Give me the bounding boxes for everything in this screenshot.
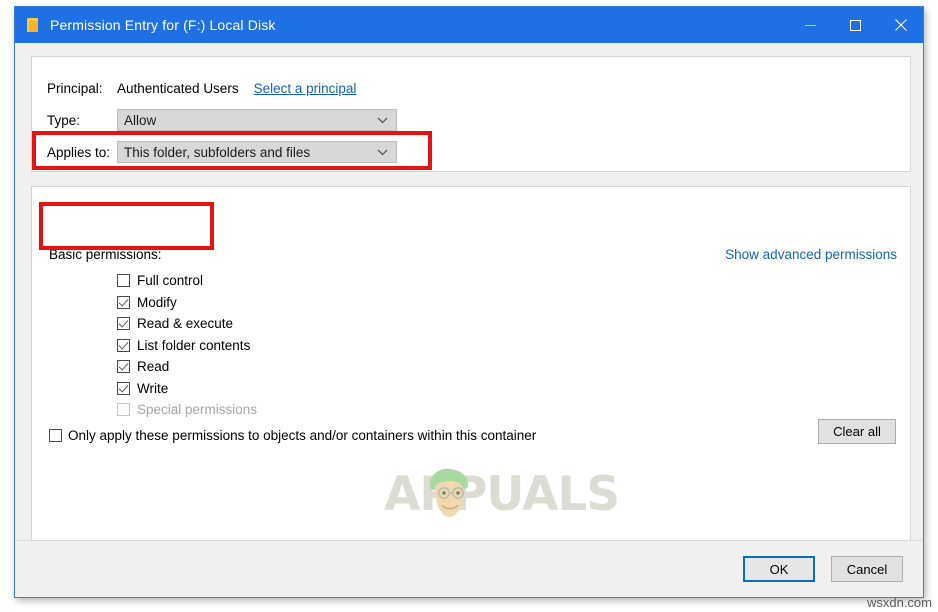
permission-row: Special permissions [117,399,257,420]
window-titlebar[interactable]: Permission Entry for (F:) Local Disk [15,7,923,43]
permission-entry-window: Permission Entry for (F:) Local Disk Pri… [14,6,924,598]
select-a-principal-link[interactable]: Select a principal [254,81,357,96]
principal-panel: Principal: Authenticated Users Select a … [31,56,911,172]
appuals-watermark: APPUALS [384,465,620,527]
permission-checkbox[interactable] [117,317,130,330]
principal-label: Principal: [47,80,103,96]
close-icon[interactable] [878,7,923,43]
permission-checkbox[interactable] [117,338,130,352]
permission-checkbox[interactable] [117,295,130,309]
permission-row[interactable]: Full control [117,270,257,291]
permission-label: List folder contents [137,337,251,353]
site-watermark: wsxdn.com [866,595,932,610]
basic-permissions-label: Basic permissions: [49,247,162,262]
permission-row[interactable]: Write [117,378,257,399]
permissions-list: Full control Modify Read & execute List fol… [117,270,257,421]
principal-row: Principal: Authenticated Users Select a … [47,77,356,99]
appuals-watermark-text: APPUALS [384,467,620,522]
permission-label: Modify [137,294,177,310]
permission-row[interactable]: List folder contents [117,335,257,356]
applies-to-row: Applies to: This folder, subfolders and … [47,141,397,163]
cancel-button[interactable]: Cancel [831,556,903,582]
only-apply-checkbox-row[interactable]: Only apply these permissions to objects … [49,428,536,443]
chevron-down-icon [377,117,388,124]
permission-checkbox[interactable] [117,274,130,287]
permission-row[interactable]: Read [117,356,257,377]
type-dropdown-value: Allow [124,112,157,128]
type-row: Type: Allow [47,109,397,131]
permission-checkbox[interactable] [117,360,130,373]
applies-to-dropdown[interactable]: This folder, subfolders and files [117,141,397,163]
dialog-footer: OK Cancel [15,540,923,597]
permission-row[interactable]: Modify [117,292,257,313]
folder-icon [25,17,41,33]
show-advanced-permissions-link[interactable]: Show advanced permissions [725,247,897,262]
only-apply-label: Only apply these permissions to objects … [68,428,537,443]
permission-row[interactable]: Read & execute [117,313,257,334]
window-controls [788,7,923,43]
type-dropdown[interactable]: Allow [117,109,397,131]
minimize-icon[interactable] [788,7,833,43]
permission-checkbox [117,403,130,416]
principal-value: Authenticated Users [117,80,239,96]
type-label: Type: [47,112,81,128]
only-apply-checkbox[interactable] [49,429,62,442]
permission-label: Read [137,359,170,374]
permission-label: Read & execute [137,316,234,331]
window-title: Permission Entry for (F:) Local Disk [50,17,276,33]
permission-checkbox[interactable] [117,381,130,395]
ok-button[interactable]: OK [743,556,815,582]
permission-label: Special permissions [137,402,258,417]
applies-to-label: Applies to: [47,144,111,160]
permissions-panel: Basic permissions: Show advanced permiss… [31,186,911,558]
chevron-down-icon [377,149,388,156]
appuals-logo-face-icon [430,468,469,517]
permission-label: Full control [137,273,204,288]
clear-all-button[interactable]: Clear all [818,419,896,444]
maximize-icon[interactable] [833,7,878,43]
permission-label: Write [137,380,169,396]
applies-to-dropdown-value: This folder, subfolders and files [124,144,311,160]
window-client-area: Principal: Authenticated Users Select a … [15,43,923,597]
